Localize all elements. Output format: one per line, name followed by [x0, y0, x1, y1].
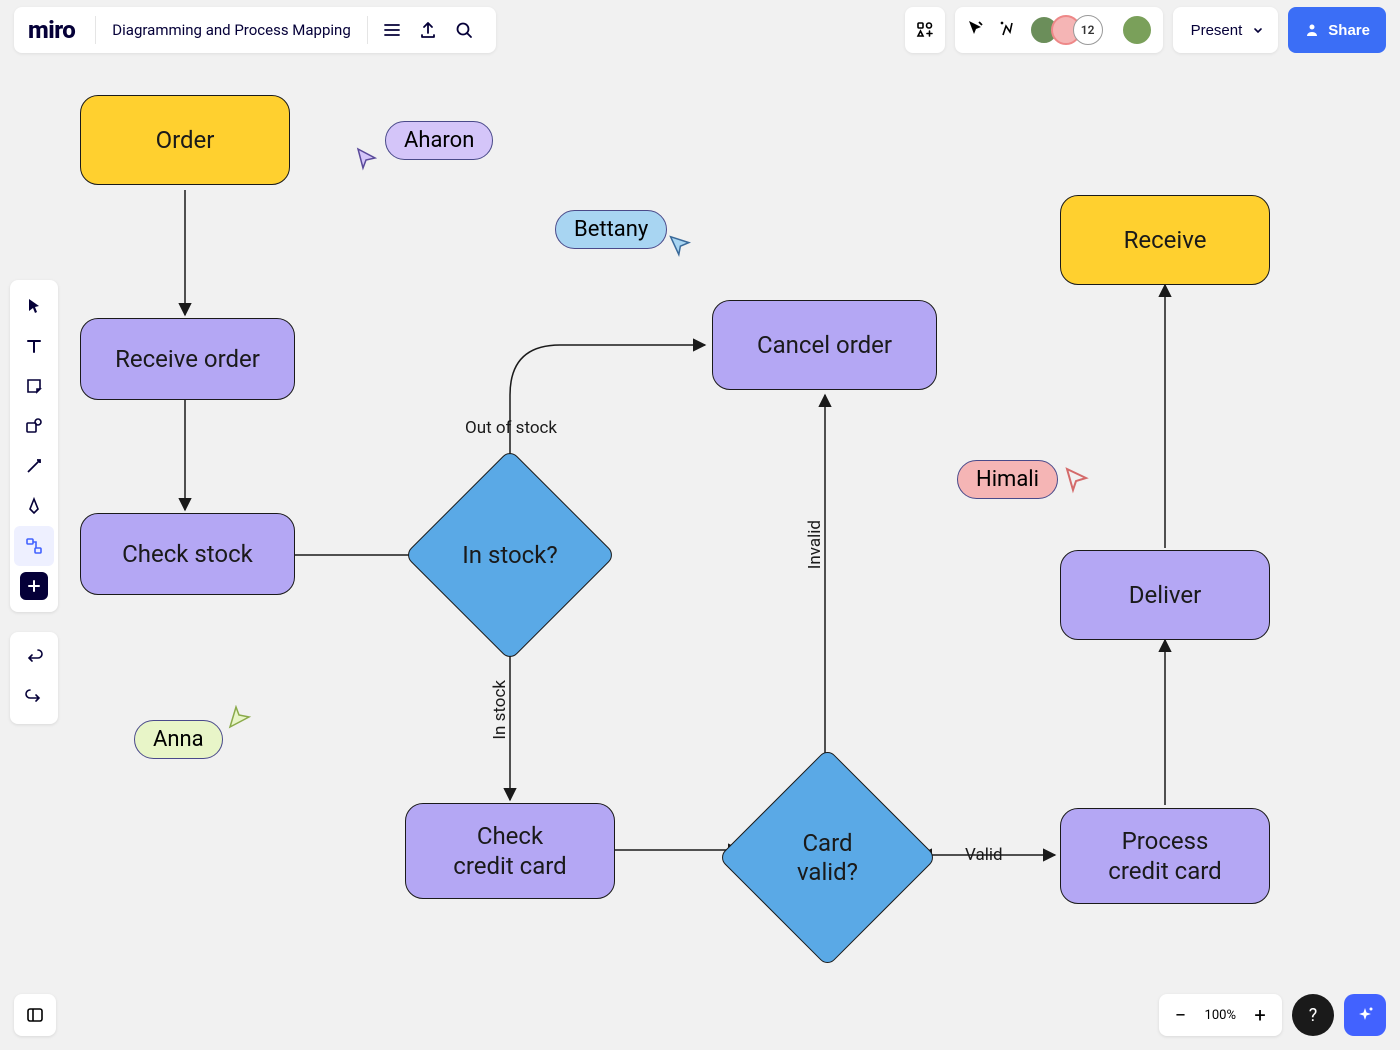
tool-sticky[interactable]: [14, 366, 54, 406]
node-label: Card valid?: [797, 829, 858, 887]
edge-label-valid: Valid: [965, 845, 1003, 865]
cursor-tool-icon[interactable]: [965, 18, 985, 42]
toolbar-history: [10, 632, 58, 724]
node-check-stock[interactable]: Check stock: [80, 513, 295, 595]
tool-select[interactable]: [14, 286, 54, 326]
board-title[interactable]: Diagramming and Process Mapping: [112, 21, 350, 39]
node-deliver[interactable]: Deliver: [1060, 550, 1270, 640]
zoom-control: − 100% +: [1159, 994, 1282, 1036]
toolbar: [10, 280, 58, 612]
cursor-himali: Himali: [957, 460, 1092, 499]
person-icon: [1304, 22, 1320, 38]
node-label: Order: [156, 125, 215, 155]
node-label: Receive: [1124, 225, 1207, 255]
cursor-label: Himali: [957, 460, 1058, 499]
topbar-right: 12 Present Share: [905, 7, 1386, 53]
node-label: Process credit card: [1108, 826, 1221, 886]
help-button[interactable]: ?: [1292, 994, 1334, 1036]
redo-button[interactable]: [14, 678, 54, 718]
tool-add[interactable]: [20, 572, 48, 600]
edge-label-in-stock: In stock: [490, 680, 510, 740]
tool-diagram[interactable]: [14, 526, 54, 566]
avatar-self[interactable]: [1121, 14, 1153, 46]
present-button[interactable]: Present: [1173, 7, 1279, 53]
logo[interactable]: miro: [28, 16, 75, 44]
edge-label-out-of-stock: Out of stock: [465, 418, 557, 438]
apps-button[interactable]: [905, 7, 945, 53]
tool-text[interactable]: [14, 326, 54, 366]
panel-toggle-button[interactable]: [14, 994, 56, 1036]
avatars[interactable]: 12: [1029, 15, 1103, 45]
node-label: Receive order: [115, 344, 260, 374]
collab-group: 12: [955, 7, 1163, 53]
node-cancel-order[interactable]: Cancel order: [712, 300, 937, 390]
tool-pen[interactable]: [14, 486, 54, 526]
zoom-in-button[interactable]: +: [1246, 1001, 1274, 1029]
ai-button[interactable]: [1344, 994, 1386, 1036]
cursor-label: Anna: [134, 720, 223, 759]
node-card-valid-q[interactable]: Card valid?: [750, 780, 905, 935]
node-label: Check credit card: [453, 821, 566, 881]
tool-connector[interactable]: [14, 446, 54, 486]
share-button[interactable]: Share: [1288, 7, 1386, 53]
cursor-aharon: Aharon: [355, 108, 493, 172]
export-icon[interactable]: [410, 12, 446, 48]
menu-icon[interactable]: [374, 12, 410, 48]
cursor-anna: Anna: [134, 720, 255, 759]
avatar-overflow[interactable]: 12: [1073, 15, 1103, 45]
node-receive[interactable]: Receive: [1060, 195, 1270, 285]
topbar: miro Diagramming and Process Mapping 12 …: [0, 0, 1400, 60]
edge-label-invalid: Invalid: [805, 520, 825, 569]
node-process-cc[interactable]: Process credit card: [1060, 808, 1270, 904]
reactions-icon[interactable]: [997, 18, 1017, 42]
cursor-bettany: Bettany: [555, 200, 695, 258]
node-label: Cancel order: [757, 330, 892, 360]
divider: [95, 16, 96, 44]
zoom-value[interactable]: 100%: [1205, 1008, 1236, 1023]
node-order[interactable]: Order: [80, 95, 290, 185]
canvas[interactable]: Order Receive order Check stock In stock…: [0, 0, 1400, 1050]
node-check-cc[interactable]: Check credit card: [405, 803, 615, 899]
bottombar: − 100% + ?: [1159, 994, 1386, 1036]
node-in-stock-q[interactable]: In stock?: [435, 480, 585, 630]
cursor-label: Bettany: [555, 210, 667, 249]
node-receive-order[interactable]: Receive order: [80, 318, 295, 400]
cursor-label: Aharon: [385, 121, 493, 160]
topbar-left: miro Diagramming and Process Mapping: [14, 7, 496, 53]
divider: [367, 16, 368, 44]
chevron-down-icon: [1252, 24, 1264, 36]
zoom-out-button[interactable]: −: [1167, 1001, 1195, 1029]
node-label: Check stock: [122, 539, 253, 569]
tool-shape[interactable]: [14, 406, 54, 446]
undo-button[interactable]: [14, 638, 54, 678]
node-label: In stock?: [462, 541, 558, 570]
search-icon[interactable]: [446, 12, 482, 48]
node-label: Deliver: [1129, 580, 1201, 610]
